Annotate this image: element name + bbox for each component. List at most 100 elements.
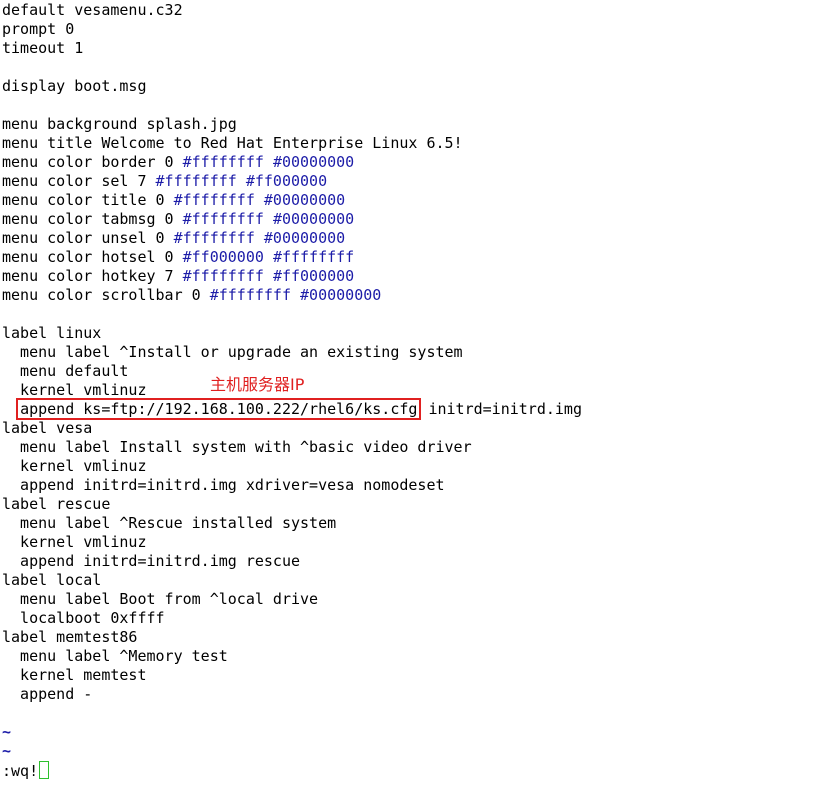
hex-color-value: #ff000000: [182, 248, 264, 266]
text-segment: append initrd=initrd.img rescue: [2, 552, 301, 570]
code-line: append initrd=initrd.img xdriver=vesa no…: [2, 476, 582, 495]
code-line: menu background splash.jpg: [2, 115, 582, 134]
text-segment: menu color scrollbar 0: [2, 286, 210, 304]
text-segment: kernel vmlinuz: [2, 533, 147, 551]
hex-color-value: #ffffffff: [182, 267, 264, 285]
code-line: menu label ^Rescue installed system: [2, 514, 582, 533]
text-segment: menu label ^Install or upgrade an existi…: [2, 343, 463, 361]
code-line: append ks=ftp://192.168.100.222/rhel6/ks…: [2, 398, 582, 420]
code-line: menu label ^Memory test: [2, 647, 582, 666]
code-line: default vesamenu.c32: [2, 1, 582, 20]
code-line: timeout 1: [2, 39, 582, 58]
text-segment: label local: [2, 571, 102, 589]
code-line: menu color border 0 #ffffffff #00000000: [2, 153, 582, 172]
hex-color-value: #00000000: [263, 229, 346, 247]
code-line: label local: [2, 571, 582, 590]
hex-color-value: #00000000: [272, 210, 355, 228]
text-segment: menu default: [2, 362, 129, 380]
code-line: label memtest86: [2, 628, 582, 647]
code-line: menu title Welcome to Red Hat Enterprise…: [2, 134, 582, 153]
text-segment: append initrd=initrd.img xdriver=vesa no…: [2, 476, 445, 494]
text-segment: [255, 191, 264, 209]
annotation-label: 主机服务器IP: [210, 375, 305, 394]
text-segment: [264, 210, 273, 228]
hex-color-value: #00000000: [300, 286, 382, 304]
text-segment: menu label ^Rescue installed system: [2, 514, 337, 532]
text-segment: [237, 172, 246, 190]
code-line: kernel vmlinuz: [2, 457, 582, 476]
text-segment: [264, 248, 273, 266]
code-line: menu color tabmsg 0 #ffffffff #00000000: [2, 210, 582, 229]
text-segment: [291, 286, 300, 304]
code-line: menu color hotsel 0 #ff000000 #ffffffff: [2, 248, 582, 267]
code-line: menu color hotkey 7 #ffffffff #ff000000: [2, 267, 582, 286]
code-line: append initrd=initrd.img rescue: [2, 552, 582, 571]
hex-color-value: #00000000: [263, 191, 346, 209]
hex-color-value: #ffffffff: [173, 191, 255, 209]
hex-color-value: #00000000: [272, 153, 355, 171]
text-segment: menu label Boot from ^local drive: [2, 590, 319, 608]
text-segment: menu color border 0: [2, 153, 183, 171]
text-segment: display boot.msg: [2, 77, 147, 95]
text-segment: menu label Install system with ^basic vi…: [2, 438, 472, 456]
text-segment: menu label ^Memory test: [2, 647, 228, 665]
code-line: menu color sel 7 #ffffffff #ff000000: [2, 172, 582, 191]
hex-color-value: #ff000000: [272, 267, 355, 285]
text-segment: menu color title 0: [2, 191, 174, 209]
code-line: menu color unsel 0 #ffffffff #00000000: [2, 229, 582, 248]
empty-line-tilde: ~: [2, 723, 12, 741]
text-segment: kernel vmlinuz: [2, 457, 147, 475]
text-segment: label linux: [2, 324, 102, 342]
text-segment: menu color hotkey 7: [2, 267, 183, 285]
command-text: :wq!: [2, 762, 39, 780]
code-line: menu label Install system with ^basic vi…: [2, 438, 582, 457]
code-line: prompt 0: [2, 20, 582, 39]
text-segment: kernel memtest: [2, 666, 147, 684]
code-line: localboot 0xffff: [2, 609, 582, 628]
text-segment: kernel vmlinuz: [2, 381, 147, 399]
code-line: label vesa: [2, 419, 582, 438]
cursor: [39, 761, 50, 779]
text-segment: label memtest86: [2, 628, 138, 646]
code-line: kernel vmlinuz: [2, 533, 582, 552]
text-segment: menu background splash.jpg: [2, 115, 237, 133]
hex-color-value: #ffffffff: [182, 210, 264, 228]
text-segment: default vesamenu.c32: [2, 1, 183, 19]
empty-line-tilde: ~: [2, 742, 12, 760]
text-segment: menu title Welcome to Red Hat Enterprise…: [2, 134, 463, 152]
text-segment: menu color unsel 0: [2, 229, 174, 247]
code-line: menu color title 0 #ffffffff #00000000: [2, 191, 582, 210]
hex-color-value: #ffffffff: [155, 172, 237, 190]
code-line: display boot.msg: [2, 77, 582, 96]
code-line: label rescue: [2, 495, 582, 514]
hex-color-value: #ffffffff: [209, 286, 291, 304]
text-segment: [255, 229, 264, 247]
command-line[interactable]: :wq!: [2, 761, 582, 780]
text-segment: prompt 0: [2, 20, 75, 38]
highlighted-ks-url: append ks=ftp://192.168.100.222/rhel6/ks…: [16, 398, 422, 420]
code-line: append -: [2, 685, 582, 704]
code-line: label linux: [2, 324, 582, 343]
hex-color-value: #ffffffff: [182, 153, 264, 171]
text-segment: [264, 267, 273, 285]
text-segment: timeout 1: [2, 39, 84, 57]
code-line: menu label Boot from ^local drive: [2, 590, 582, 609]
hex-color-value: #ff000000: [245, 172, 328, 190]
hex-color-value: #ffffffff: [173, 229, 255, 247]
code-line: menu label ^Install or upgrade an existi…: [2, 343, 582, 362]
text-segment: [264, 153, 273, 171]
hex-color-value: #ffffffff: [272, 248, 355, 266]
text-segment: append -: [2, 685, 93, 703]
code-line: menu color scrollbar 0 #ffffffff #000000…: [2, 286, 582, 305]
code-line: kernel memtest: [2, 666, 582, 685]
text-segment: initrd=initrd.img: [419, 400, 582, 418]
text-segment: menu color tabmsg 0: [2, 210, 183, 228]
text-segment: menu color hotsel 0: [2, 248, 183, 266]
text-segment: label vesa: [2, 419, 93, 437]
text-segment: menu color sel 7: [2, 172, 156, 190]
text-segment: label rescue: [2, 495, 111, 513]
